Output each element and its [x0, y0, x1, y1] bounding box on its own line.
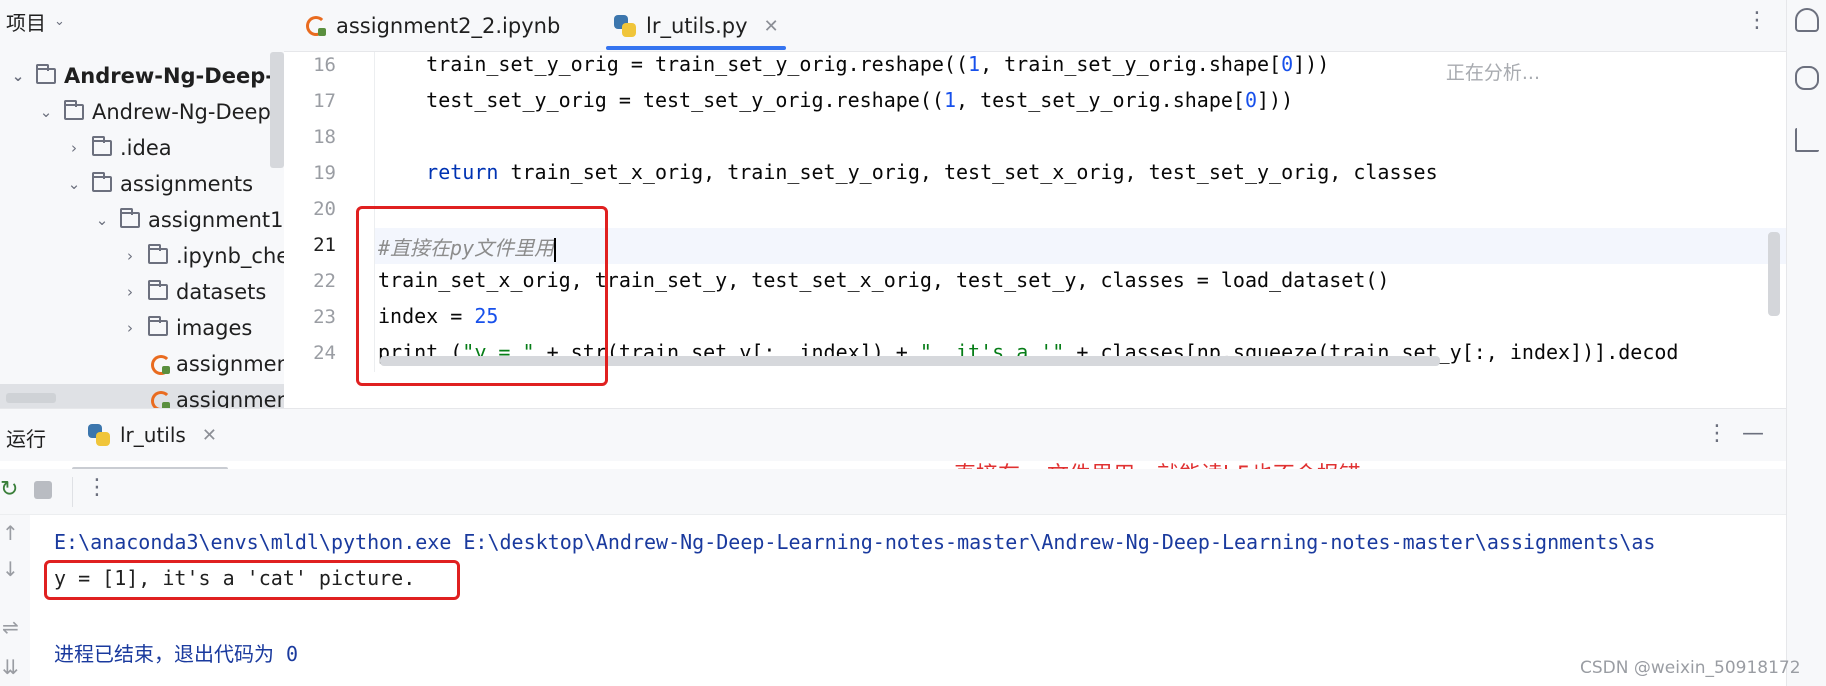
- line-number: 20: [313, 198, 336, 220]
- python-file-icon: [88, 424, 110, 446]
- folder-icon: [148, 280, 168, 300]
- line-number: 16: [313, 54, 336, 76]
- line-number: 19: [313, 162, 336, 184]
- tab-lr-utils[interactable]: lr_utils.py ✕: [614, 0, 779, 52]
- chevron-right-icon[interactable]: ›: [120, 247, 140, 265]
- project-header-label: 项目: [6, 10, 46, 35]
- scroll-down-icon[interactable]: ↓: [2, 557, 19, 581]
- chevron-down-icon[interactable]: ⌄: [92, 211, 112, 229]
- chevron-down-icon: ⌄: [54, 13, 65, 29]
- run-tab-lr-utils[interactable]: lr_utils ✕: [88, 409, 217, 461]
- folder-icon: [36, 64, 56, 84]
- tree-item-assignment1[interactable]: ⌄ assignment1-: [92, 202, 284, 238]
- more-icon[interactable]: ⋮: [1746, 8, 1768, 33]
- tree-item-subproject[interactable]: ⌄ Andrew-Ng-Deep-L: [36, 94, 284, 130]
- folder-icon: [64, 100, 84, 120]
- chevron-right-icon[interactable]: ›: [120, 283, 140, 301]
- tree-item-label: assignmen: [176, 352, 284, 376]
- database-icon[interactable]: [1795, 66, 1819, 90]
- chevron-down-icon[interactable]: ⌄: [36, 103, 56, 121]
- tree-item-label: assignment1-: [148, 208, 284, 232]
- tree-horizontal-scrollbar[interactable]: [6, 393, 56, 403]
- code-line-19: return train_set_x_orig, train_set_y_ori…: [378, 160, 1438, 184]
- run-panel: 运行 lr_utils ✕ ⋮ — 直接在py文件里用，就能读h5也不会报错 ↻…: [0, 408, 1786, 686]
- tree-item-label: Andrew-Ng-Deep-Le: [64, 64, 284, 88]
- console-exit-line: 进程已结束，退出代码为 0: [54, 642, 299, 666]
- run-panel-title: 运行: [6, 427, 46, 451]
- stop-icon[interactable]: [34, 481, 52, 499]
- tree-item-images[interactable]: › images: [120, 310, 252, 346]
- tree-item-label: datasets: [176, 280, 267, 304]
- right-tool-stripe: [1786, 0, 1826, 686]
- console-command-line: E:\anaconda3\envs\mldl\python.exe E:\des…: [54, 530, 1656, 554]
- chevron-right-icon[interactable]: ›: [120, 319, 140, 337]
- scroll-up-icon[interactable]: ↑: [2, 521, 19, 545]
- tree-item-label: assignmen: [176, 388, 284, 408]
- folder-icon: [92, 136, 112, 156]
- folder-icon: [148, 316, 168, 336]
- tree-item-label: assignments: [120, 172, 254, 196]
- tree-item-assignments[interactable]: ⌄ assignments: [64, 166, 253, 202]
- editor-vertical-scrollbar[interactable]: [1768, 232, 1780, 316]
- code-line-16: train_set_y_orig = train_set_y_orig.resh…: [378, 52, 1330, 76]
- output-highlight-box: [44, 560, 460, 600]
- folder-icon: [120, 208, 140, 228]
- line-number-current: 21: [313, 234, 336, 256]
- line-number: 24: [313, 342, 336, 364]
- notebook-icon: [150, 390, 171, 408]
- code-line-17: test_set_y_orig = test_set_y_orig.reshap…: [378, 88, 1294, 112]
- tree-item-ipynb-checkpoints[interactable]: › .ipynb_che: [120, 238, 284, 274]
- toolbar-divider: [72, 477, 73, 507]
- tab-label: lr_utils.py: [646, 14, 748, 38]
- run-tab-label: lr_utils: [120, 423, 186, 447]
- run-toolbar: ↻ ⋮: [0, 469, 1786, 515]
- tree-item-project-root[interactable]: ⌄ Andrew-Ng-Deep-Le: [8, 58, 284, 94]
- folder-icon: [92, 172, 112, 192]
- tree-item-label: Andrew-Ng-Deep-L: [92, 100, 284, 124]
- chevron-right-icon[interactable]: ›: [64, 139, 84, 157]
- folder-icon: [148, 244, 168, 264]
- tree-vertical-scrollbar[interactable]: [270, 52, 284, 168]
- tree-item-notebook[interactable]: assignmen: [150, 346, 284, 382]
- chevron-down-icon[interactable]: ⌄: [8, 67, 28, 85]
- line-number: 22: [313, 270, 336, 292]
- console-side-toolbar: ↑ ↓ ⇌ ⇊: [0, 515, 30, 686]
- line-number: 18: [313, 126, 336, 148]
- close-icon[interactable]: ✕: [764, 16, 779, 37]
- tree-item-label: images: [176, 316, 253, 340]
- notifications-icon[interactable]: [1795, 8, 1819, 32]
- run-panel-header: 运行 lr_utils ✕ ⋮ —: [0, 409, 1786, 461]
- analyzing-status: 正在分析...: [1445, 62, 1540, 84]
- project-view-selector[interactable]: 项目 ⌄: [6, 8, 65, 35]
- scroll-end-icon[interactable]: ⇊: [2, 655, 19, 679]
- tree-item-label: .ipynb_che: [176, 244, 284, 268]
- tree-item-notebook-selected[interactable]: assignmen: [150, 382, 284, 408]
- watermark: CSDN @weixin_50918172: [1580, 658, 1801, 678]
- project-panel: 项目 ⌄ ⌄ Andrew-Ng-Deep-Le ⌄ Andrew-Ng-Dee…: [0, 0, 284, 408]
- line-number: 23: [313, 306, 336, 328]
- rerun-icon[interactable]: ↻: [0, 477, 18, 502]
- active-tab-indicator: [606, 46, 786, 50]
- notebook-icon: [306, 16, 326, 36]
- code-highlight-box: [356, 206, 608, 386]
- more-icon[interactable]: ⋮: [1706, 421, 1728, 446]
- python-file-icon: [614, 15, 636, 37]
- notebook-icon: [150, 354, 171, 375]
- editor-tab-bar: assignment2_2.ipynb lr_utils.py ✕ ⋮: [284, 0, 1786, 52]
- chevron-down-icon[interactable]: ⌄: [64, 175, 84, 193]
- line-number: 17: [313, 90, 336, 112]
- close-icon[interactable]: ✕: [202, 425, 217, 446]
- tab-assignment2-2[interactable]: assignment2_2.ipynb: [306, 0, 560, 52]
- analysis-icon[interactable]: [1795, 128, 1819, 152]
- tree-item-label: .idea: [120, 136, 172, 160]
- tree-item-datasets[interactable]: › datasets: [120, 274, 266, 310]
- tree-item-idea[interactable]: › .idea: [64, 130, 172, 166]
- minimize-icon[interactable]: —: [1742, 421, 1764, 446]
- more-icon[interactable]: ⋮: [86, 475, 108, 500]
- soft-wrap-icon[interactable]: ⇌: [2, 615, 19, 639]
- tab-label: assignment2_2.ipynb: [336, 14, 561, 38]
